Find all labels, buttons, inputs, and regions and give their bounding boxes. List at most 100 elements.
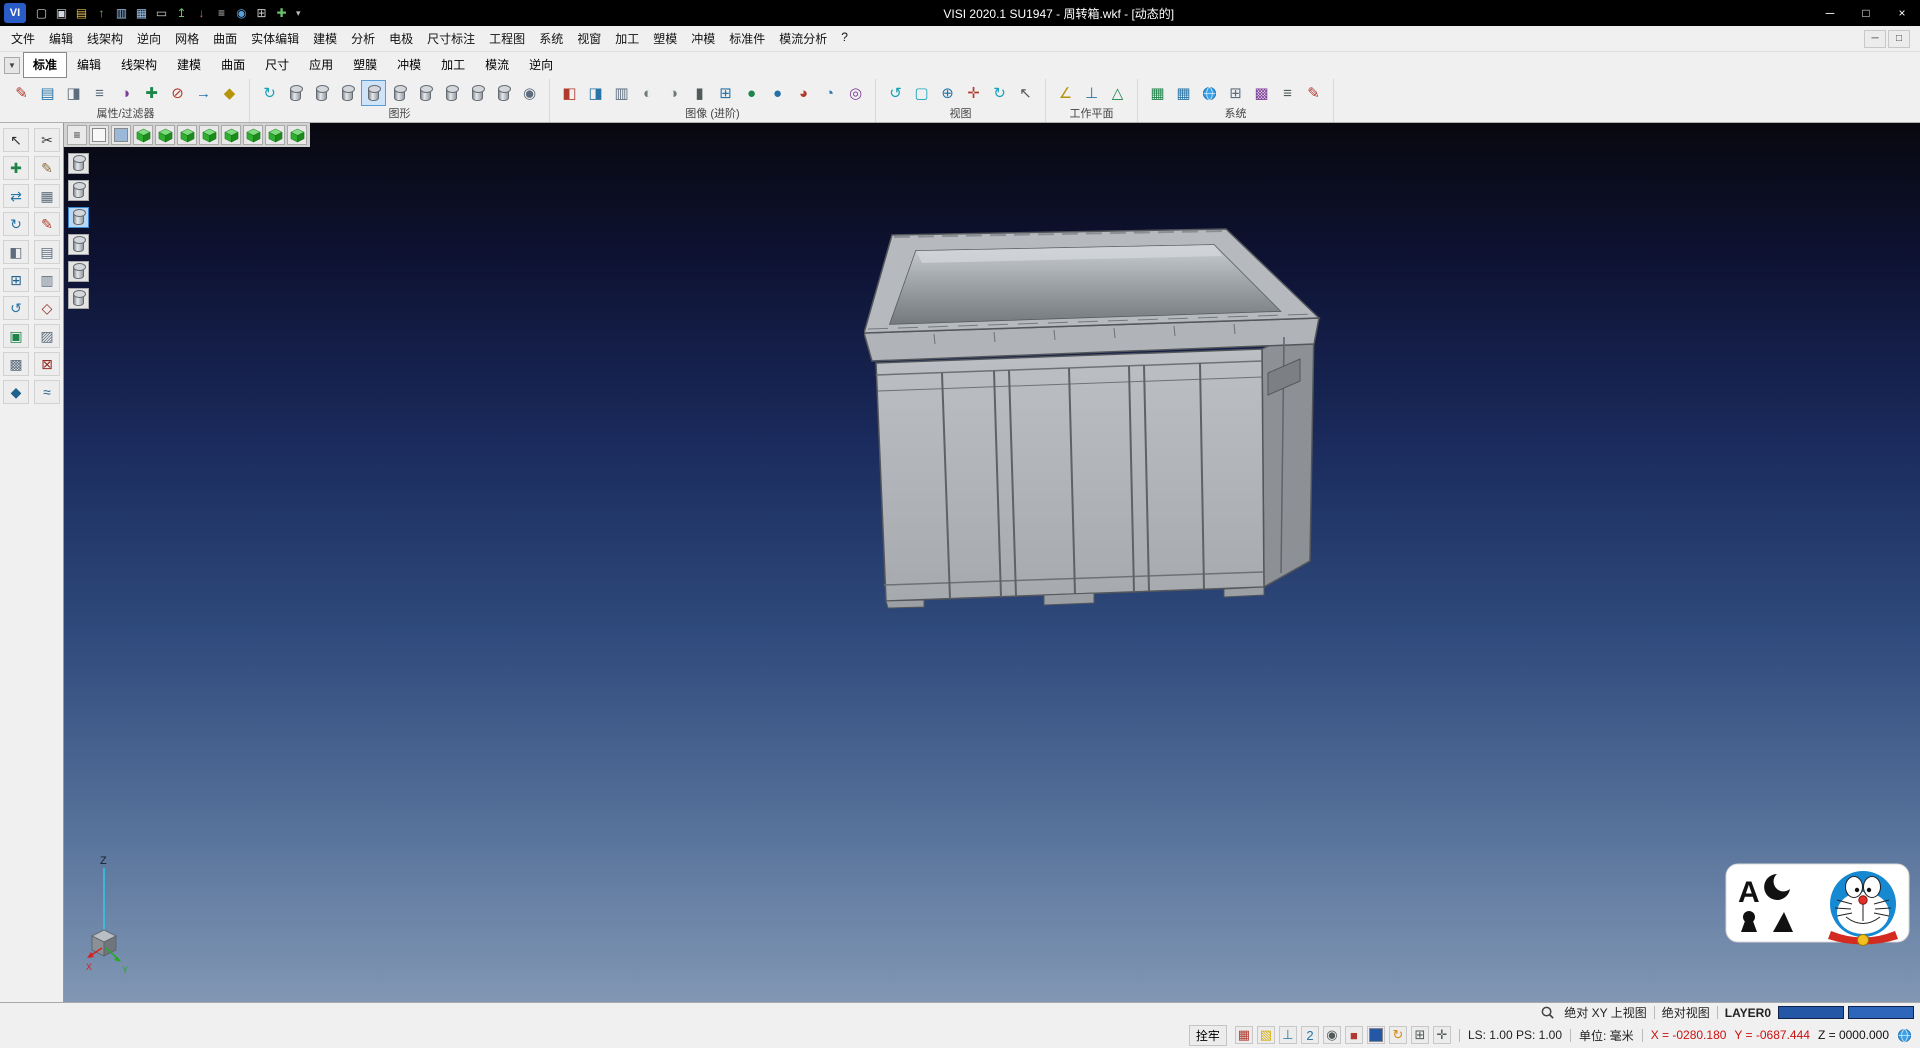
search-icon[interactable]	[1537, 1005, 1557, 1021]
web-icon[interactable]: ◉	[232, 3, 251, 23]
solid-style-3-icon[interactable]	[335, 80, 360, 106]
menu-edit[interactable]: 编辑	[42, 26, 80, 51]
minimize-button[interactable]: ─	[1812, 0, 1848, 26]
tab-dropdown-icon[interactable]: ▼	[4, 57, 20, 74]
attribute-list-icon[interactable]: ▤	[35, 80, 60, 106]
progress-indicator-icon[interactable]	[1367, 1026, 1385, 1044]
new-file-icon[interactable]: ▢	[32, 3, 51, 23]
table-icon[interactable]: ▥	[34, 268, 60, 292]
half-tone-2-icon[interactable]: ◑	[661, 80, 686, 106]
axis-indicator-icon[interactable]: ✛	[1433, 1026, 1451, 1044]
view-refresh-icon[interactable]: ↺	[883, 80, 908, 106]
view-left-icon[interactable]	[221, 125, 241, 145]
menu-moldflow[interactable]: 模流分析	[772, 26, 834, 51]
viewport-3d[interactable]: ≡	[64, 123, 1920, 1002]
sphere-quarter-icon[interactable]: ◔	[817, 80, 842, 106]
menu-analysis[interactable]: 分析	[344, 26, 382, 51]
import-icon[interactable]: ↑	[92, 3, 111, 23]
menu-wireframe[interactable]: 线架构	[80, 26, 130, 51]
solid-style-5-icon[interactable]	[387, 80, 412, 106]
diamond-select-icon[interactable]: ◇	[34, 296, 60, 320]
menu-drafting[interactable]: 工程图	[482, 26, 532, 51]
select-icon[interactable]: ↖	[3, 128, 29, 152]
tab-standard[interactable]: 标准	[23, 52, 67, 78]
menu-surface[interactable]: 曲面	[206, 26, 244, 51]
fill-icon[interactable]: ▩	[3, 352, 29, 376]
shade-red-icon[interactable]: ◧	[557, 80, 582, 106]
print-icon[interactable]: ▭	[152, 3, 171, 23]
doc-minimize-button[interactable]: ─	[1864, 30, 1886, 48]
app-logo-icon[interactable]: VI	[4, 3, 26, 23]
layers-icon[interactable]: ▤	[34, 240, 60, 264]
view-style-2-icon[interactable]	[68, 180, 89, 201]
view-bottom-icon[interactable]	[265, 125, 285, 145]
open-file-icon[interactable]: ▣	[52, 3, 71, 23]
tab-modeling[interactable]: 建模	[167, 52, 211, 78]
grid-icon[interactable]: ⊞	[252, 3, 271, 23]
view-dynamic-icon[interactable]	[287, 125, 307, 145]
tab-edit[interactable]: 编辑	[67, 52, 111, 78]
view-pan-icon[interactable]: ✛	[961, 80, 986, 106]
render-settings-icon[interactable]: ◎	[843, 80, 868, 106]
render-white-icon[interactable]	[89, 125, 109, 145]
erase-region-icon[interactable]: ⊠	[34, 352, 60, 376]
workplane-angle-icon[interactable]: ∠	[1053, 80, 1078, 106]
menu-machining[interactable]: 加工	[608, 26, 646, 51]
solid-style-2-icon[interactable]	[309, 80, 334, 106]
solid-style-4-icon[interactable]	[361, 80, 386, 106]
view-isometric-icon[interactable]	[133, 125, 153, 145]
view-orientation-label[interactable]: 绝对 XY 上视图	[1564, 1004, 1646, 1021]
solid-style-6-icon[interactable]	[413, 80, 438, 106]
tab-surface[interactable]: 曲面	[211, 52, 255, 78]
add-filter-icon[interactable]: ✚	[139, 80, 164, 106]
workplane-axis-icon[interactable]: ⊥	[1079, 80, 1104, 106]
solid-icon[interactable]: ◆	[3, 380, 29, 404]
tab-moldflow[interactable]: 模流	[475, 52, 519, 78]
menu-standard-parts[interactable]: 标准件	[722, 26, 772, 51]
texture-icon[interactable]: ▥	[609, 80, 634, 106]
solid-style-1-icon[interactable]	[283, 80, 308, 106]
view-style-6-icon[interactable]	[68, 288, 89, 309]
section-grid-icon[interactable]: ⊞	[713, 80, 738, 106]
palette-icon[interactable]: ▧	[1257, 1026, 1275, 1044]
tab-application[interactable]: 应用	[299, 52, 343, 78]
solid-cube-icon[interactable]: ■	[1345, 1026, 1363, 1044]
system-grid-green-icon[interactable]: ▦	[1145, 80, 1170, 106]
quick-access-dropdown-icon[interactable]: ▾	[291, 8, 306, 19]
tab-dimension[interactable]: 尺寸	[255, 52, 299, 78]
graphics-target-icon[interactable]: ◉	[517, 80, 542, 106]
solid-style-9-icon[interactable]	[491, 80, 516, 106]
crate-model[interactable]	[864, 223, 1329, 641]
list-icon[interactable]: ≡	[212, 3, 231, 23]
view2d-indicator-icon[interactable]: 2	[1301, 1026, 1319, 1044]
solid-style-8-icon[interactable]	[465, 80, 490, 106]
workplane-new-icon[interactable]: △	[1105, 80, 1130, 106]
menu-molding[interactable]: 塑模	[646, 26, 684, 51]
view-style-5-icon[interactable]	[68, 261, 89, 282]
annotate-icon[interactable]: ✎	[34, 212, 60, 236]
save-all-icon[interactable]: ▦	[132, 3, 151, 23]
view-previous-icon[interactable]: ↖	[1013, 80, 1038, 106]
swap-icon[interactable]: ⇄	[3, 184, 29, 208]
system-grid-blue-icon[interactable]: ▦	[1171, 80, 1196, 106]
system-table-icon[interactable]: ⊞	[1223, 80, 1248, 106]
user-icon[interactable]: ◉	[1323, 1026, 1341, 1044]
system-list-icon[interactable]: ≡	[1275, 80, 1300, 106]
menu-help[interactable]: ?	[834, 26, 855, 51]
language-globe-icon[interactable]	[1897, 1028, 1912, 1043]
tab-reverse[interactable]: 逆向	[519, 52, 563, 78]
bounds-icon[interactable]: ▣	[3, 324, 29, 348]
render-shaded-icon[interactable]	[111, 125, 131, 145]
view-right-icon[interactable]	[243, 125, 263, 145]
trim-icon[interactable]: ✂	[34, 128, 60, 152]
tab-molding[interactable]: 塑膜	[343, 52, 387, 78]
apply-filter-icon[interactable]: →	[191, 80, 216, 106]
filter-lines-icon[interactable]: ≡	[87, 80, 112, 106]
delete-icon[interactable]: ↓	[192, 3, 211, 23]
sketch-icon[interactable]: ✎	[34, 156, 60, 180]
view-style-3-icon[interactable]	[68, 207, 89, 228]
grid-snap-icon[interactable]: ⊞	[3, 268, 29, 292]
sphere-blue-icon[interactable]: ●	[765, 80, 790, 106]
grid-indicator-icon[interactable]: ⊞	[1411, 1026, 1429, 1044]
sphere-green-icon[interactable]: ●	[739, 80, 764, 106]
